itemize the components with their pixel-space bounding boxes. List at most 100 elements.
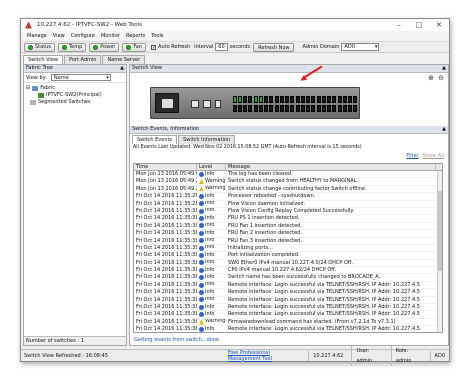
table-row[interactable]: Fri Oct 14 2016 11:35:38 GMT Info CP0 IPv4… xyxy=(134,267,442,275)
fc-port[interactable] xyxy=(327,96,331,103)
fc-port[interactable] xyxy=(343,105,347,112)
column-level[interactable]: Level xyxy=(197,164,226,170)
fc-port[interactable] xyxy=(285,105,289,112)
column-time[interactable]: Time xyxy=(134,164,197,170)
fc-port[interactable] xyxy=(311,105,315,112)
fc-port[interactable] xyxy=(259,96,263,103)
fc-port[interactable] xyxy=(317,96,321,103)
fc-port[interactable] xyxy=(290,96,294,103)
table-row[interactable]: Fri Oct 14 2016 11:35:38 GMT WarningFirmw… xyxy=(134,319,442,327)
zoom-in-icon[interactable]: ⊕ xyxy=(428,74,434,82)
tab-switch-events[interactable]: Switch Events xyxy=(132,135,178,144)
fc-port[interactable] xyxy=(264,105,268,112)
fc-port[interactable] xyxy=(233,96,237,103)
menu-view[interactable]: View xyxy=(53,33,65,39)
fc-port[interactable] xyxy=(327,105,331,112)
tab-port-admin[interactable]: Port Admin xyxy=(64,55,102,64)
table-row[interactable]: Fri Oct 14 2016 11:35:38 GMT Info Remote i… xyxy=(134,311,442,319)
fc-port[interactable] xyxy=(285,96,289,103)
fc-port[interactable] xyxy=(254,105,258,112)
admin-domain-select[interactable]: AD0 ▾ xyxy=(341,43,380,51)
table-row[interactable]: Fri Oct 14 2016 11:35:26 GMT Info Processo… xyxy=(134,193,442,201)
table-row[interactable]: Fri Oct 14 2016 11:35:38 GMT Info Remote i… xyxy=(134,326,442,332)
status-button[interactable]: Status xyxy=(24,42,55,52)
tree-node-switch[interactable]: IPTVFC-SW2(Principal) xyxy=(26,92,124,99)
tree-node-fabric[interactable]: ⊟ Fabric xyxy=(26,85,124,92)
fc-port[interactable] xyxy=(322,96,326,103)
vertical-scrollbar[interactable] xyxy=(437,171,442,332)
show-all-link[interactable]: Show All xyxy=(423,153,444,159)
fc-port[interactable] xyxy=(332,96,336,103)
fc-port[interactable] xyxy=(243,105,247,112)
mgmt-port[interactable] xyxy=(191,100,199,108)
table-row[interactable]: Fri Oct 14 2016 11:35:28 GMT Info Flow Vis… xyxy=(134,201,442,208)
fc-port[interactable] xyxy=(269,105,273,112)
temp-button[interactable]: Temp xyxy=(57,42,87,52)
power-supply[interactable] xyxy=(155,93,179,113)
fc-port[interactable] xyxy=(311,96,315,103)
table-row[interactable]: Mon Jun 13 2016 05:49:21 GMT WarningSwitc… xyxy=(134,186,442,194)
tab-name-server[interactable]: Name Server xyxy=(102,55,146,64)
table-row[interactable]: Fri Oct 14 2016 11:35:38 GMT Info Port ini… xyxy=(134,252,442,260)
serial-port[interactable] xyxy=(203,100,211,108)
table-row[interactable]: Fri Oct 14 2016 11:35:38 GMT Info Switch n… xyxy=(134,274,442,282)
fc-port[interactable] xyxy=(296,105,300,112)
table-row[interactable]: Fri Oct 14 2016 11:35:38 GMT Info Remote i… xyxy=(134,304,442,312)
collapse-icon[interactable]: ▲ xyxy=(442,126,446,133)
menu-configure[interactable]: Configure xyxy=(71,33,95,39)
fc-port[interactable] xyxy=(306,105,310,112)
refresh-now-button[interactable]: Refresh Now xyxy=(253,42,295,52)
fc-port[interactable] xyxy=(275,96,279,103)
fc-port[interactable] xyxy=(275,105,279,112)
collapse-icon[interactable]: ▲ xyxy=(120,65,124,72)
expand-icon[interactable]: ⊟ xyxy=(26,85,30,92)
table-row[interactable]: Fri Oct 14 2016 11:35:38 GMT Info FRU Fan … xyxy=(134,238,442,245)
fc-port[interactable] xyxy=(343,96,347,103)
switch-chassis[interactable] xyxy=(150,87,360,119)
fc-port[interactable] xyxy=(306,96,310,103)
fc-port[interactable] xyxy=(296,96,300,103)
auto-refresh-checkbox[interactable]: ✓ xyxy=(151,44,156,50)
close-button[interactable]: ✕ xyxy=(429,19,449,31)
fc-port[interactable] xyxy=(248,105,252,112)
filter-link[interactable]: Filter xyxy=(406,153,418,159)
fc-port[interactable] xyxy=(243,96,247,103)
power-button[interactable]: Power xyxy=(89,42,120,52)
maximize-button[interactable]: □ xyxy=(409,19,429,31)
scrollbar-thumb[interactable] xyxy=(438,191,442,271)
table-row[interactable]: Fri Oct 14 2016 11:35:38 GMT Info Remote i… xyxy=(134,297,442,305)
fc-port[interactable] xyxy=(280,105,284,112)
fc-port[interactable] xyxy=(233,105,237,112)
table-row[interactable]: Fri Oct 14 2016 11:35:38 GMT Info Remote i… xyxy=(134,289,442,297)
fc-port[interactable] xyxy=(280,96,284,103)
collapse-icon[interactable]: ▲ xyxy=(442,65,446,72)
fc-port[interactable] xyxy=(348,105,352,112)
fc-port[interactable] xyxy=(238,96,242,103)
table-row[interactable]: Fri Oct 14 2016 11:35:38 GMT Info FRU Fan … xyxy=(134,230,442,238)
menu-tools[interactable]: Tools xyxy=(151,33,163,39)
fc-port[interactable] xyxy=(338,96,342,103)
tab-switch-information[interactable]: Switch Information xyxy=(178,135,236,144)
table-row[interactable]: Fri Oct 14 2016 11:35:38 GMT Info SW0 Ethe… xyxy=(134,260,442,268)
table-row[interactable]: Fri Oct 14 2016 11:35:38 GMT Info FRU Fan … xyxy=(134,223,442,231)
table-row[interactable]: Fri Oct 14 2016 11:35:38 GMT Info Remote i… xyxy=(134,282,442,290)
fc-port[interactable] xyxy=(290,105,294,112)
fc-port[interactable] xyxy=(338,105,342,112)
minimize-button[interactable]: – xyxy=(389,19,409,31)
fc-port[interactable] xyxy=(353,105,357,112)
menu-reports[interactable]: Reports xyxy=(126,33,145,39)
interval-input[interactable]: 60 xyxy=(215,43,228,51)
free-tool-link[interactable]: Free Professional Management Tool xyxy=(228,350,305,362)
table-row[interactable]: Fri Oct 14 2016 11:35:38 GMT Info Flow Vis… xyxy=(134,208,442,216)
table-row[interactable]: Mon Jun 13 2016 05:49:21 GMT WarningSwitc… xyxy=(134,178,442,186)
tab-switch-view[interactable]: Switch View xyxy=(23,55,63,64)
table-row[interactable]: Mon Jun 13 2016 05:49:07 GMT Info The log … xyxy=(134,171,442,179)
view-by-select[interactable]: Name ▾ xyxy=(50,74,111,81)
fc-port[interactable] xyxy=(301,96,305,103)
fc-port[interactable] xyxy=(332,105,336,112)
table-row[interactable]: Fri Oct 14 2016 11:35:38 GMT Info FRU PS 1… xyxy=(134,215,442,223)
fc-port[interactable] xyxy=(348,96,352,103)
usb-port[interactable] xyxy=(215,100,221,108)
fc-port[interactable] xyxy=(264,96,268,103)
menu-manage[interactable]: Manage xyxy=(27,33,47,39)
